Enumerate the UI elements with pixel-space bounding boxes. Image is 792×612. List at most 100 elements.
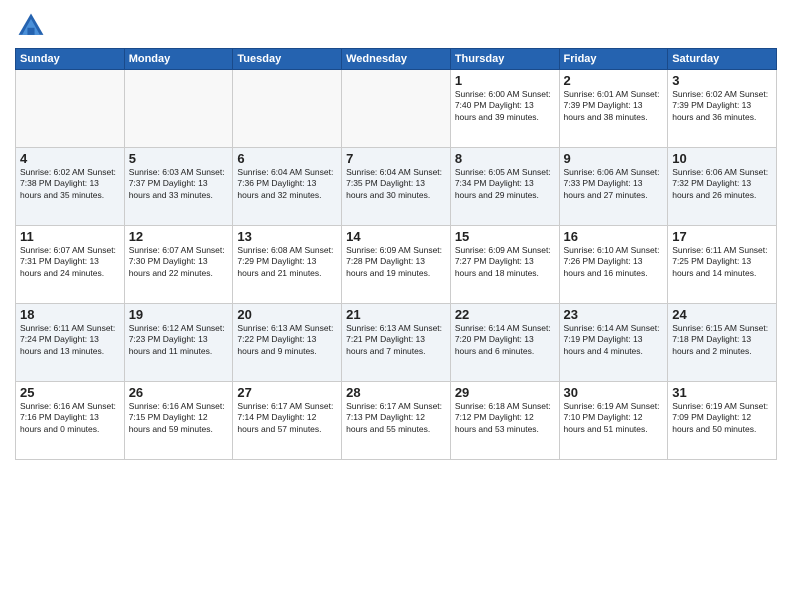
day-info: Sunrise: 6:14 AM Sunset: 7:19 PM Dayligh… — [564, 323, 664, 357]
day-number: 27 — [237, 385, 337, 400]
calendar-cell: 18Sunrise: 6:11 AM Sunset: 7:24 PM Dayli… — [16, 304, 125, 382]
calendar-cell: 22Sunrise: 6:14 AM Sunset: 7:20 PM Dayli… — [450, 304, 559, 382]
day-header-monday: Monday — [124, 49, 233, 70]
day-info: Sunrise: 6:17 AM Sunset: 7:14 PM Dayligh… — [237, 401, 337, 435]
day-number: 12 — [129, 229, 229, 244]
day-info: Sunrise: 6:04 AM Sunset: 7:35 PM Dayligh… — [346, 167, 446, 201]
day-info: Sunrise: 6:09 AM Sunset: 7:28 PM Dayligh… — [346, 245, 446, 279]
calendar-cell: 2Sunrise: 6:01 AM Sunset: 7:39 PM Daylig… — [559, 70, 668, 148]
day-info: Sunrise: 6:14 AM Sunset: 7:20 PM Dayligh… — [455, 323, 555, 357]
day-number: 15 — [455, 229, 555, 244]
day-number: 25 — [20, 385, 120, 400]
calendar-cell: 31Sunrise: 6:19 AM Sunset: 7:09 PM Dayli… — [668, 382, 777, 460]
calendar-cell: 27Sunrise: 6:17 AM Sunset: 7:14 PM Dayli… — [233, 382, 342, 460]
header — [15, 10, 777, 42]
day-number: 20 — [237, 307, 337, 322]
logo — [15, 10, 51, 42]
day-number: 2 — [564, 73, 664, 88]
day-number: 24 — [672, 307, 772, 322]
day-number: 26 — [129, 385, 229, 400]
calendar-cell: 13Sunrise: 6:08 AM Sunset: 7:29 PM Dayli… — [233, 226, 342, 304]
day-header-thursday: Thursday — [450, 49, 559, 70]
calendar-cell: 7Sunrise: 6:04 AM Sunset: 7:35 PM Daylig… — [342, 148, 451, 226]
day-info: Sunrise: 6:15 AM Sunset: 7:18 PM Dayligh… — [672, 323, 772, 357]
calendar-cell: 25Sunrise: 6:16 AM Sunset: 7:16 PM Dayli… — [16, 382, 125, 460]
day-info: Sunrise: 6:08 AM Sunset: 7:29 PM Dayligh… — [237, 245, 337, 279]
day-number: 5 — [129, 151, 229, 166]
calendar-cell: 21Sunrise: 6:13 AM Sunset: 7:21 PM Dayli… — [342, 304, 451, 382]
day-info: Sunrise: 6:02 AM Sunset: 7:39 PM Dayligh… — [672, 89, 772, 123]
day-number: 8 — [455, 151, 555, 166]
calendar-table: SundayMondayTuesdayWednesdayThursdayFrid… — [15, 48, 777, 460]
calendar-cell: 9Sunrise: 6:06 AM Sunset: 7:33 PM Daylig… — [559, 148, 668, 226]
day-info: Sunrise: 6:19 AM Sunset: 7:10 PM Dayligh… — [564, 401, 664, 435]
day-info: Sunrise: 6:02 AM Sunset: 7:38 PM Dayligh… — [20, 167, 120, 201]
day-number: 13 — [237, 229, 337, 244]
day-number: 11 — [20, 229, 120, 244]
week-row-1: 1Sunrise: 6:00 AM Sunset: 7:40 PM Daylig… — [16, 70, 777, 148]
calendar-cell: 11Sunrise: 6:07 AM Sunset: 7:31 PM Dayli… — [16, 226, 125, 304]
day-info: Sunrise: 6:06 AM Sunset: 7:33 PM Dayligh… — [564, 167, 664, 201]
day-number: 7 — [346, 151, 446, 166]
day-info: Sunrise: 6:07 AM Sunset: 7:31 PM Dayligh… — [20, 245, 120, 279]
day-header-tuesday: Tuesday — [233, 49, 342, 70]
day-number: 21 — [346, 307, 446, 322]
calendar-cell: 3Sunrise: 6:02 AM Sunset: 7:39 PM Daylig… — [668, 70, 777, 148]
day-info: Sunrise: 6:04 AM Sunset: 7:36 PM Dayligh… — [237, 167, 337, 201]
day-info: Sunrise: 6:03 AM Sunset: 7:37 PM Dayligh… — [129, 167, 229, 201]
day-info: Sunrise: 6:07 AM Sunset: 7:30 PM Dayligh… — [129, 245, 229, 279]
calendar-cell: 16Sunrise: 6:10 AM Sunset: 7:26 PM Dayli… — [559, 226, 668, 304]
calendar-cell: 10Sunrise: 6:06 AM Sunset: 7:32 PM Dayli… — [668, 148, 777, 226]
day-header-wednesday: Wednesday — [342, 49, 451, 70]
day-info: Sunrise: 6:05 AM Sunset: 7:34 PM Dayligh… — [455, 167, 555, 201]
calendar-cell: 19Sunrise: 6:12 AM Sunset: 7:23 PM Dayli… — [124, 304, 233, 382]
day-number: 23 — [564, 307, 664, 322]
day-number: 22 — [455, 307, 555, 322]
header-row: SundayMondayTuesdayWednesdayThursdayFrid… — [16, 49, 777, 70]
day-info: Sunrise: 6:18 AM Sunset: 7:12 PM Dayligh… — [455, 401, 555, 435]
logo-icon — [15, 10, 47, 42]
day-info: Sunrise: 6:16 AM Sunset: 7:16 PM Dayligh… — [20, 401, 120, 435]
day-number: 1 — [455, 73, 555, 88]
calendar-cell: 24Sunrise: 6:15 AM Sunset: 7:18 PM Dayli… — [668, 304, 777, 382]
week-row-3: 11Sunrise: 6:07 AM Sunset: 7:31 PM Dayli… — [16, 226, 777, 304]
day-number: 9 — [564, 151, 664, 166]
day-number: 31 — [672, 385, 772, 400]
day-info: Sunrise: 6:01 AM Sunset: 7:39 PM Dayligh… — [564, 89, 664, 123]
calendar-cell: 17Sunrise: 6:11 AM Sunset: 7:25 PM Dayli… — [668, 226, 777, 304]
page: SundayMondayTuesdayWednesdayThursdayFrid… — [0, 0, 792, 612]
calendar-cell: 5Sunrise: 6:03 AM Sunset: 7:37 PM Daylig… — [124, 148, 233, 226]
week-row-2: 4Sunrise: 6:02 AM Sunset: 7:38 PM Daylig… — [16, 148, 777, 226]
calendar-cell: 26Sunrise: 6:16 AM Sunset: 7:15 PM Dayli… — [124, 382, 233, 460]
day-number: 18 — [20, 307, 120, 322]
calendar-cell: 4Sunrise: 6:02 AM Sunset: 7:38 PM Daylig… — [16, 148, 125, 226]
day-number: 16 — [564, 229, 664, 244]
day-info: Sunrise: 6:17 AM Sunset: 7:13 PM Dayligh… — [346, 401, 446, 435]
calendar-cell: 28Sunrise: 6:17 AM Sunset: 7:13 PM Dayli… — [342, 382, 451, 460]
day-info: Sunrise: 6:13 AM Sunset: 7:21 PM Dayligh… — [346, 323, 446, 357]
calendar-cell — [342, 70, 451, 148]
day-number: 29 — [455, 385, 555, 400]
day-number: 6 — [237, 151, 337, 166]
calendar-cell — [124, 70, 233, 148]
calendar-cell: 6Sunrise: 6:04 AM Sunset: 7:36 PM Daylig… — [233, 148, 342, 226]
day-info: Sunrise: 6:00 AM Sunset: 7:40 PM Dayligh… — [455, 89, 555, 123]
day-number: 30 — [564, 385, 664, 400]
day-number: 28 — [346, 385, 446, 400]
day-info: Sunrise: 6:12 AM Sunset: 7:23 PM Dayligh… — [129, 323, 229, 357]
day-info: Sunrise: 6:19 AM Sunset: 7:09 PM Dayligh… — [672, 401, 772, 435]
day-header-saturday: Saturday — [668, 49, 777, 70]
calendar-cell: 15Sunrise: 6:09 AM Sunset: 7:27 PM Dayli… — [450, 226, 559, 304]
calendar-cell: 30Sunrise: 6:19 AM Sunset: 7:10 PM Dayli… — [559, 382, 668, 460]
day-number: 14 — [346, 229, 446, 244]
day-number: 10 — [672, 151, 772, 166]
calendar-cell: 23Sunrise: 6:14 AM Sunset: 7:19 PM Dayli… — [559, 304, 668, 382]
week-row-4: 18Sunrise: 6:11 AM Sunset: 7:24 PM Dayli… — [16, 304, 777, 382]
day-info: Sunrise: 6:16 AM Sunset: 7:15 PM Dayligh… — [129, 401, 229, 435]
calendar-cell: 12Sunrise: 6:07 AM Sunset: 7:30 PM Dayli… — [124, 226, 233, 304]
day-number: 4 — [20, 151, 120, 166]
calendar-cell: 1Sunrise: 6:00 AM Sunset: 7:40 PM Daylig… — [450, 70, 559, 148]
day-info: Sunrise: 6:11 AM Sunset: 7:25 PM Dayligh… — [672, 245, 772, 279]
calendar-cell — [233, 70, 342, 148]
calendar-cell: 29Sunrise: 6:18 AM Sunset: 7:12 PM Dayli… — [450, 382, 559, 460]
